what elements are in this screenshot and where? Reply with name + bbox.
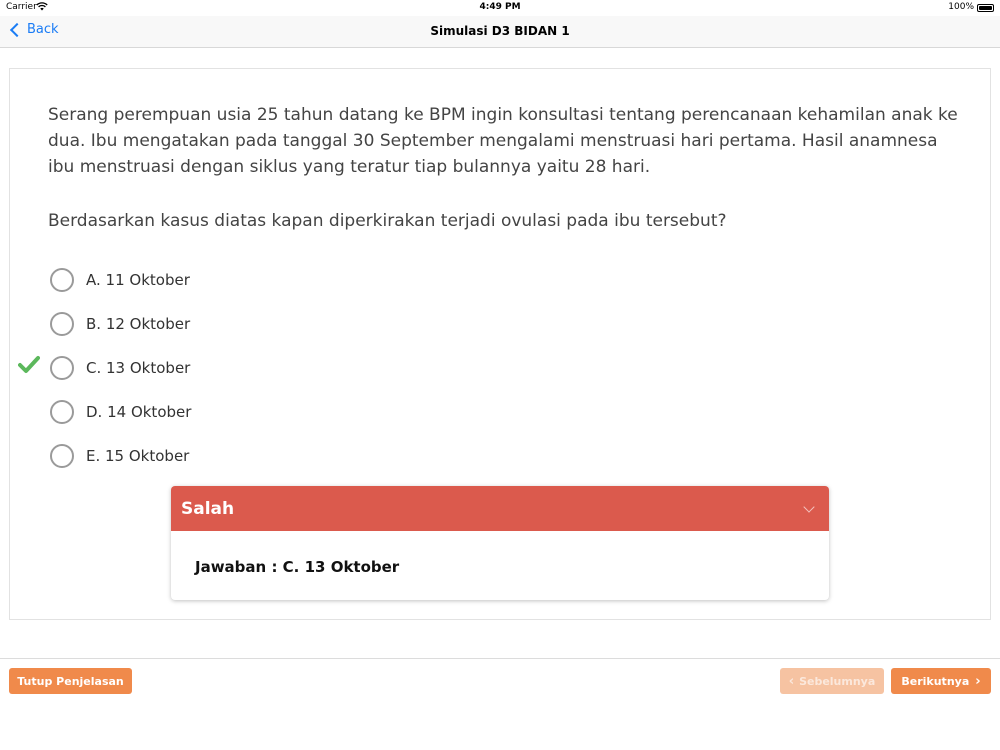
- status-time: 4:49 PM: [479, 2, 521, 12]
- option-label: E. 15 Oktober: [86, 447, 190, 465]
- close-explanation-label: Tutup Penjelasan: [17, 674, 124, 688]
- battery-percent: 100%: [948, 2, 974, 12]
- radio-button[interactable]: [50, 312, 74, 336]
- next-button[interactable]: Berikutnya ›: [891, 668, 991, 694]
- feedback-header[interactable]: Salah: [171, 486, 829, 531]
- navigation-bar: Back Simulasi D3 BIDAN 1: [0, 16, 1000, 48]
- status-bar: Carrier 4:49 PM 100%: [0, 0, 1000, 16]
- answer-explanation: Jawaban : C. 13 Oktober: [195, 558, 400, 576]
- radio-button[interactable]: [50, 356, 74, 380]
- radio-button[interactable]: [50, 268, 74, 292]
- option-label: A. 11 Oktober: [86, 271, 190, 289]
- option-a[interactable]: A. 11 Oktober: [48, 262, 448, 298]
- footer-divider: [0, 658, 1000, 659]
- question-prompt: Berdasarkan kasus diatas kapan diperkira…: [48, 211, 727, 231]
- chevron-down-icon: [803, 501, 815, 513]
- option-label: D. 14 Oktober: [86, 403, 192, 421]
- page-title: Simulasi D3 BIDAN 1: [430, 24, 570, 38]
- chevron-right-icon: ›: [975, 673, 981, 689]
- option-label: B. 12 Oktober: [86, 315, 191, 333]
- feedback-panel: Salah Jawaban : C. 13 Oktober: [171, 486, 829, 600]
- option-c[interactable]: C. 13 Oktober: [48, 350, 448, 386]
- checkmark-icon: [18, 356, 40, 373]
- close-explanation-button[interactable]: Tutup Penjelasan: [9, 668, 132, 694]
- next-label: Berikutnya: [901, 674, 970, 688]
- question-text: Serang perempuan usia 25 tahun datang ke…: [48, 105, 958, 177]
- option-e[interactable]: E. 15 Oktober: [48, 438, 448, 474]
- radio-button[interactable]: [50, 444, 74, 468]
- option-d[interactable]: D. 14 Oktober: [48, 394, 448, 430]
- feedback-status: Salah: [181, 499, 235, 519]
- option-label: C. 13 Oktober: [86, 359, 191, 377]
- radio-button[interactable]: [50, 400, 74, 424]
- battery-icon: [977, 4, 994, 12]
- chevron-left-icon: ‹: [788, 673, 795, 689]
- previous-button[interactable]: ‹ Sebelumnya: [780, 668, 884, 694]
- previous-label: Sebelumnya: [799, 674, 876, 688]
- option-b[interactable]: B. 12 Oktober: [48, 306, 448, 342]
